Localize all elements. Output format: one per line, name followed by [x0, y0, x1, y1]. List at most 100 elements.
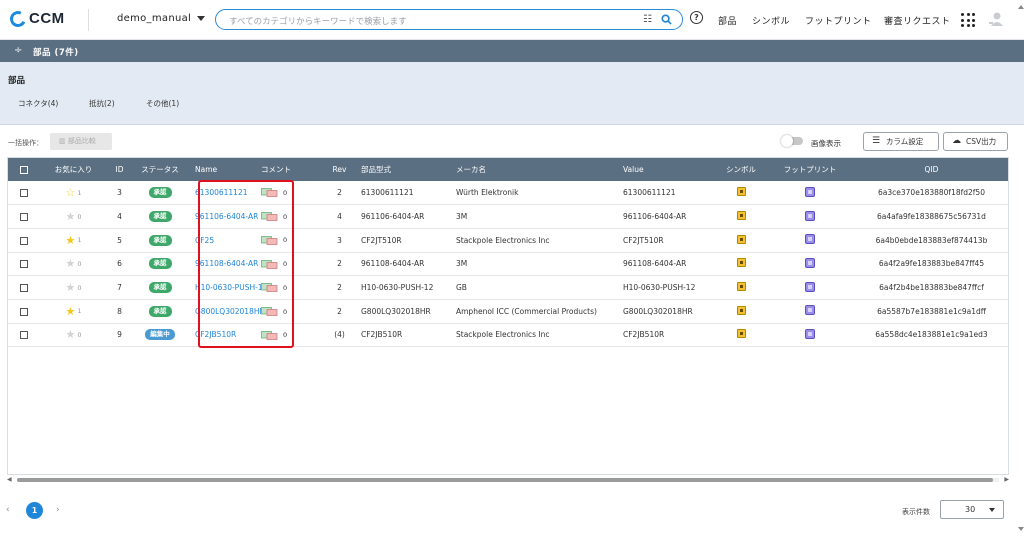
scroll-right-icon[interactable]: ▶ — [1004, 476, 1009, 483]
symbol-cell[interactable] — [715, 323, 767, 347]
horizontal-scrollbar[interactable]: ◀ ▶ — [7, 475, 1009, 484]
symbol-cell[interactable] — [715, 205, 767, 229]
star-icon[interactable]: ★ — [65, 305, 75, 318]
symbol-cell[interactable] — [715, 252, 767, 276]
nav-footprints[interactable]: フットプリント — [805, 14, 872, 27]
col-symbol[interactable]: シンボル — [715, 158, 767, 181]
col-footprint[interactable]: フットプリント — [767, 158, 853, 181]
footprint-cell[interactable] — [767, 205, 853, 229]
col-rev[interactable]: Rev — [323, 158, 356, 181]
search-input[interactable]: すべてのカテゴリからキーワードで検索します — [229, 15, 407, 27]
col-qid[interactable]: QID — [853, 158, 1008, 181]
col-name[interactable]: Name — [188, 158, 261, 181]
symbol-icon[interactable] — [736, 329, 746, 339]
symbol-cell[interactable] — [715, 299, 767, 323]
scroll-thumb[interactable] — [17, 478, 993, 482]
favorite-cell[interactable]: ★ 0 — [40, 252, 107, 276]
favorite-cell[interactable]: ☆ 1 — [40, 181, 107, 205]
row-checkbox[interactable] — [8, 228, 40, 252]
symbol-cell[interactable] — [715, 228, 767, 252]
symbol-cell[interactable] — [715, 181, 767, 205]
nav-symbols[interactable]: シンボル — [752, 14, 790, 27]
apps-grid-icon[interactable] — [961, 13, 975, 27]
col-comment[interactable]: コメント — [261, 158, 323, 181]
footprint-icon[interactable] — [805, 305, 815, 316]
search-icon[interactable] — [661, 14, 672, 25]
star-icon[interactable]: ★ — [65, 257, 75, 270]
footprint-cell[interactable] — [767, 323, 853, 347]
star-icon[interactable]: ★ — [65, 281, 75, 294]
table-row[interactable]: ☆ 1 3 承認 61300611121 0 2 61300611121 Würth Elekt… — [8, 181, 1008, 205]
star-icon[interactable]: ★ — [65, 234, 75, 247]
search-box[interactable]: すべてのカテゴリからキーワードで検索します ☷ — [215, 9, 683, 30]
footprint-cell[interactable] — [767, 299, 853, 323]
col-maker[interactable]: メーカ名 — [451, 158, 618, 181]
row-checkbox[interactable] — [8, 252, 40, 276]
symbol-icon[interactable] — [736, 258, 746, 268]
nav-parts[interactable]: 部品 — [718, 14, 737, 27]
favorite-cell[interactable]: ★ 0 — [40, 205, 107, 229]
table-row[interactable]: ★ 0 7 承認 H10-0630-PUSH-12 0 2 H10-0630-PUSH-12 G… — [8, 276, 1008, 300]
col-favorite[interactable]: お気に入り — [40, 158, 107, 181]
symbol-icon[interactable] — [736, 187, 746, 197]
symbol-icon[interactable] — [736, 305, 746, 315]
category-tab-resistor[interactable]: 抵抗(2) — [89, 98, 115, 109]
user-avatar-icon[interactable] — [988, 11, 1004, 27]
column-settings-button[interactable]: ☰ カラム設定 — [863, 132, 939, 151]
next-page-icon[interactable]: › — [56, 505, 60, 515]
favorite-cell[interactable]: ★ 1 — [40, 299, 107, 323]
compare-parts-button[interactable]: ▥ 部品比較 — [50, 133, 112, 150]
symbol-icon[interactable] — [736, 211, 746, 221]
row-checkbox[interactable] — [8, 323, 40, 347]
row-checkbox[interactable] — [8, 181, 40, 205]
nav-review-requests[interactable]: 審査リクエスト — [884, 14, 951, 27]
star-icon[interactable]: ★ — [65, 328, 75, 341]
app-logo[interactable]: CCM — [7, 8, 65, 29]
category-tab-connector[interactable]: コネクタ(4) — [18, 98, 58, 109]
footprint-cell[interactable] — [767, 228, 853, 252]
table-row[interactable]: ★ 0 6 承認 961108-6404-AR 0 2 961108-6404-AR 3M 961… — [8, 252, 1008, 276]
footprint-icon[interactable] — [805, 281, 815, 292]
select-all-checkbox[interactable] — [8, 158, 40, 181]
page-1-button[interactable]: 1 — [26, 502, 43, 519]
prev-page-icon[interactable]: ‹ — [6, 505, 10, 515]
footprint-cell[interactable] — [767, 252, 853, 276]
filter-sliders-icon[interactable]: ☷ — [643, 14, 652, 25]
table-row[interactable]: ★ 0 4 承認 961106-6404-AR 0 4 961106-6404-AR 3M 961… — [8, 205, 1008, 229]
footprint-icon[interactable] — [805, 210, 815, 221]
project-selector[interactable]: demo_manual — [117, 13, 206, 24]
star-icon[interactable]: ☆ — [65, 186, 75, 199]
per-page-select[interactable]: 30 — [940, 500, 1004, 519]
scroll-down-icon[interactable] — [1018, 527, 1024, 531]
footprint-icon[interactable] — [805, 234, 815, 245]
col-value[interactable]: Value — [618, 158, 715, 181]
csv-export-button[interactable]: ☁ CSV出力 — [943, 132, 1008, 151]
image-display-toggle[interactable] — [781, 135, 803, 147]
favorite-cell[interactable]: ★ 0 — [40, 276, 107, 300]
scroll-left-icon[interactable]: ◀ — [7, 476, 12, 483]
star-icon[interactable]: ★ — [65, 210, 75, 223]
footprint-icon[interactable] — [805, 328, 815, 339]
table-row[interactable]: ★ 1 5 承認 CF25 0 3 CF2JT510R Stackpole Electronic… — [8, 228, 1008, 253]
symbol-cell[interactable] — [715, 276, 767, 300]
col-part-number[interactable]: 部品型式 — [356, 158, 451, 181]
col-id[interactable]: ID — [107, 158, 132, 181]
favorite-cell[interactable]: ★ 0 — [40, 323, 107, 347]
row-checkbox[interactable] — [8, 276, 40, 300]
symbol-icon[interactable] — [736, 234, 746, 244]
footprint-icon[interactable] — [805, 186, 815, 197]
category-tab-other[interactable]: その他(1) — [146, 98, 179, 109]
table-row[interactable]: ★ 1 8 承認 G800LQ302018HR 0 2 G800LQ302018HR Amphe… — [8, 299, 1008, 324]
favorite-cell[interactable]: ★ 1 — [40, 228, 107, 252]
table-row[interactable]: ★ 0 9 編集中 CF2JB510R 0 (4) CF2JB510R Stackpole El… — [8, 323, 1008, 347]
collapse-toggle-icon[interactable]: ÷ — [14, 45, 22, 56]
row-checkbox[interactable] — [8, 299, 40, 323]
footprint-cell[interactable] — [767, 276, 853, 300]
footprint-cell[interactable] — [767, 181, 853, 205]
col-status[interactable]: ステータス — [132, 158, 188, 181]
help-icon[interactable]: ? — [690, 11, 703, 24]
symbol-icon[interactable] — [736, 282, 746, 292]
scroll-up-icon[interactable] — [1018, 5, 1024, 9]
footprint-icon[interactable] — [805, 257, 815, 268]
row-checkbox[interactable] — [8, 205, 40, 229]
